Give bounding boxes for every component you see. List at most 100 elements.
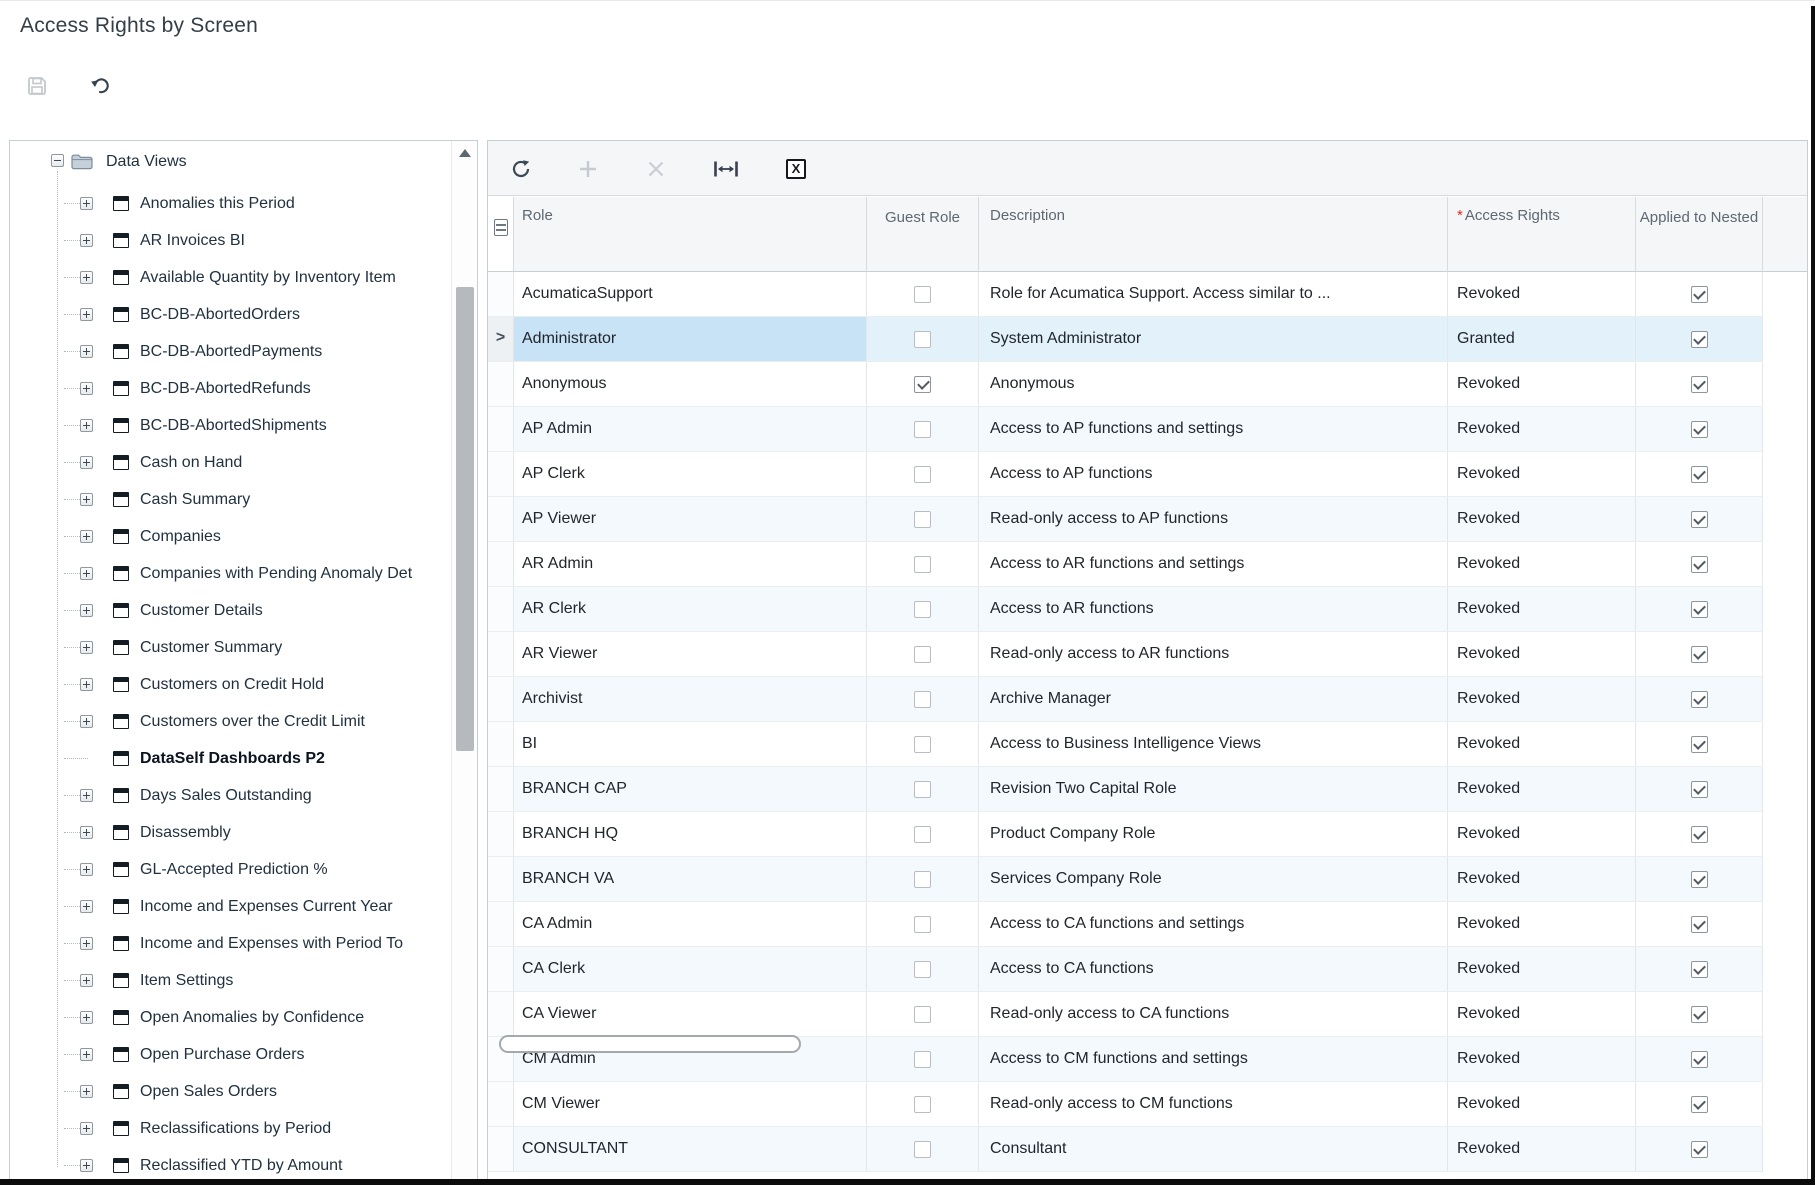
description-cell[interactable]: Access to CA functions and settings: [979, 902, 1448, 946]
description-cell[interactable]: Archive Manager: [979, 677, 1448, 721]
tree-node[interactable]: DataSelf Dashboards P2: [10, 740, 452, 777]
row-gutter[interactable]: [488, 362, 514, 406]
expand-icon[interactable]: [80, 382, 93, 395]
access-rights-cell[interactable]: Revoked: [1448, 1082, 1636, 1126]
column-header-access-rights[interactable]: *Access Rights: [1448, 197, 1636, 272]
row-gutter[interactable]: [488, 812, 514, 856]
applied-to-nested-checkbox[interactable]: [1691, 286, 1708, 303]
row-gutter[interactable]: [488, 677, 514, 721]
tree-node[interactable]: Open Sales Orders: [10, 1073, 452, 1110]
undo-button[interactable]: [82, 67, 120, 105]
access-rights-cell[interactable]: Revoked: [1448, 497, 1636, 541]
role-cell[interactable]: Archivist: [514, 677, 867, 721]
access-rights-cell[interactable]: Revoked: [1448, 947, 1636, 991]
expand-icon[interactable]: [80, 1122, 93, 1135]
access-rights-cell[interactable]: Revoked: [1448, 407, 1636, 451]
tree-node[interactable]: Cash Summary: [10, 481, 452, 518]
description-cell[interactable]: Access to CA functions: [979, 947, 1448, 991]
access-rights-cell[interactable]: Revoked: [1448, 677, 1636, 721]
row-gutter[interactable]: [488, 722, 514, 766]
guest-role-cell[interactable]: [867, 902, 979, 946]
delete-row-button[interactable]: [635, 148, 677, 190]
description-cell[interactable]: System Administrator: [979, 317, 1448, 361]
expand-icon[interactable]: [80, 937, 93, 950]
row-gutter[interactable]: [488, 767, 514, 811]
tree-node[interactable]: Companies with Pending Anomaly Det: [10, 555, 452, 592]
guest-role-cell[interactable]: [867, 857, 979, 901]
description-cell[interactable]: Services Company Role: [979, 857, 1448, 901]
tree-node[interactable]: Income and Expenses with Period To: [10, 925, 452, 962]
applied-to-nested-checkbox[interactable]: [1691, 601, 1708, 618]
applied-to-nested-checkbox[interactable]: [1691, 961, 1708, 978]
tree-node[interactable]: BC-DB-AbortedOrders: [10, 296, 452, 333]
guest-role-cell[interactable]: [867, 317, 979, 361]
guest-role-checkbox[interactable]: [914, 421, 931, 438]
guest-role-cell[interactable]: [867, 587, 979, 631]
expand-icon[interactable]: [80, 345, 93, 358]
guest-role-checkbox[interactable]: [914, 691, 931, 708]
row-gutter[interactable]: [488, 947, 514, 991]
collapse-icon[interactable]: [51, 154, 64, 167]
applied-to-nested-checkbox[interactable]: [1691, 511, 1708, 528]
applied-to-nested-checkbox[interactable]: [1691, 736, 1708, 753]
row-gutter[interactable]: [488, 272, 514, 316]
grid-row[interactable]: CONSULTANTConsultantRevoked: [488, 1127, 1763, 1172]
access-rights-cell[interactable]: Revoked: [1448, 542, 1636, 586]
row-gutter[interactable]: [488, 857, 514, 901]
grid-row[interactable]: AR AdminAccess to AR functions and setti…: [488, 542, 1763, 587]
role-cell[interactable]: AR Admin: [514, 542, 867, 586]
description-cell[interactable]: Read-only access to CM functions: [979, 1082, 1448, 1126]
row-gutter[interactable]: [488, 902, 514, 946]
applied-to-nested-cell[interactable]: [1636, 317, 1763, 361]
role-cell[interactable]: CA Viewer: [514, 992, 867, 1036]
refresh-button[interactable]: [500, 148, 542, 190]
applied-to-nested-cell[interactable]: [1636, 1127, 1763, 1171]
applied-to-nested-cell[interactable]: [1636, 272, 1763, 316]
guest-role-checkbox[interactable]: [914, 286, 931, 303]
tree-node[interactable]: AR Invoices BI: [10, 222, 452, 259]
applied-to-nested-cell[interactable]: [1636, 992, 1763, 1036]
guest-role-checkbox[interactable]: [914, 556, 931, 573]
description-cell[interactable]: Role for Acumatica Support. Access simil…: [979, 272, 1448, 316]
applied-to-nested-cell[interactable]: [1636, 677, 1763, 721]
expand-icon[interactable]: [80, 789, 93, 802]
row-gutter[interactable]: [488, 452, 514, 496]
expand-icon[interactable]: [80, 1048, 93, 1061]
expand-icon[interactable]: [80, 604, 93, 617]
guest-role-checkbox[interactable]: [914, 781, 931, 798]
applied-to-nested-checkbox[interactable]: [1691, 376, 1708, 393]
grid-row[interactable]: BRANCH HQProduct Company RoleRevoked: [488, 812, 1763, 857]
column-header-role[interactable]: Role: [514, 197, 867, 272]
description-cell[interactable]: Read-only access to AR functions: [979, 632, 1448, 676]
grid-row[interactable]: AP AdminAccess to AP functions and setti…: [488, 407, 1763, 452]
column-header-guest-role[interactable]: Guest Role: [867, 197, 979, 272]
expand-icon[interactable]: [80, 197, 93, 210]
tree-node[interactable]: BC-DB-AbortedShipments: [10, 407, 452, 444]
applied-to-nested-checkbox[interactable]: [1691, 421, 1708, 438]
grid-row[interactable]: AcumaticaSupport Role for Acumatica Suppo…: [488, 272, 1763, 317]
tree-node[interactable]: Cash on Hand: [10, 444, 452, 481]
guest-role-cell[interactable]: [867, 767, 979, 811]
role-cell[interactable]: AcumaticaSupport: [514, 272, 867, 316]
applied-to-nested-checkbox[interactable]: [1691, 331, 1708, 348]
export-excel-button[interactable]: X: [775, 148, 817, 190]
row-gutter[interactable]: [488, 407, 514, 451]
access-rights-cell[interactable]: Revoked: [1448, 272, 1636, 316]
applied-to-nested-cell[interactable]: [1636, 542, 1763, 586]
grid-row[interactable]: AP ViewerRead-only access to AP function…: [488, 497, 1763, 542]
applied-to-nested-cell[interactable]: [1636, 722, 1763, 766]
row-gutter[interactable]: [488, 1127, 514, 1171]
tree-node[interactable]: Open Purchase Orders: [10, 1036, 452, 1073]
expand-icon[interactable]: [80, 1085, 93, 1098]
description-cell[interactable]: Access to AP functions: [979, 452, 1448, 496]
tree-node[interactable]: Customer Summary: [10, 629, 452, 666]
tree-scrollbar[interactable]: [451, 141, 477, 1179]
tree-node[interactable]: Customers on Credit Hold: [10, 666, 452, 703]
grid-row[interactable]: CM ViewerRead-only access to CM function…: [488, 1082, 1763, 1127]
grid-row[interactable]: AR ViewerRead-only access to AR function…: [488, 632, 1763, 677]
tree-node-data-views[interactable]: Data Views: [10, 143, 452, 180]
tree-node[interactable]: Reclassifications by Period: [10, 1110, 452, 1147]
guest-role-cell[interactable]: [867, 362, 979, 406]
applied-to-nested-checkbox[interactable]: [1691, 556, 1708, 573]
role-cell[interactable]: CONSULTANT: [514, 1127, 867, 1171]
